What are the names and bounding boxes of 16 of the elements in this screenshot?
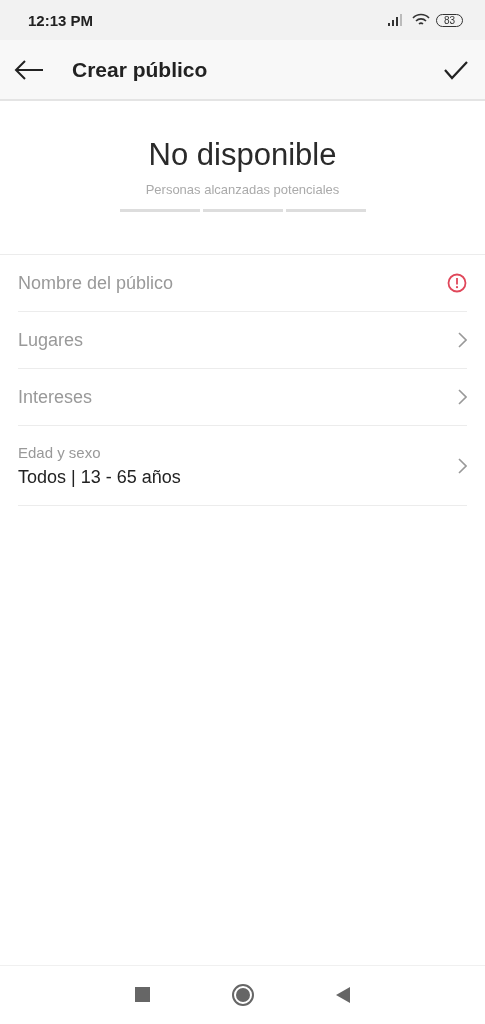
- confirm-button[interactable]: [443, 59, 469, 80]
- row-value: Todos | 13 - 65 años: [18, 466, 181, 488]
- row-label: Edad y sexo: [18, 443, 102, 461]
- back-button[interactable]: [14, 59, 44, 80]
- chevron-icon: [457, 457, 467, 474]
- screen-title: Crear público: [72, 57, 209, 82]
- error-icon: [447, 273, 467, 293]
- recents-button[interactable]: [134, 987, 151, 1003]
- chevron-icon: [457, 389, 467, 405]
- home-button[interactable]: [230, 983, 255, 1007]
- status-time: 12:13 PM: [28, 11, 94, 29]
- back-nav-button[interactable]: [334, 986, 351, 1004]
- reach-value: No disponible: [148, 137, 337, 173]
- wifi-icon: [411, 13, 430, 27]
- reach-caption: Personas alcanzadas potenciales: [145, 182, 340, 197]
- chevron-icon: [457, 332, 467, 348]
